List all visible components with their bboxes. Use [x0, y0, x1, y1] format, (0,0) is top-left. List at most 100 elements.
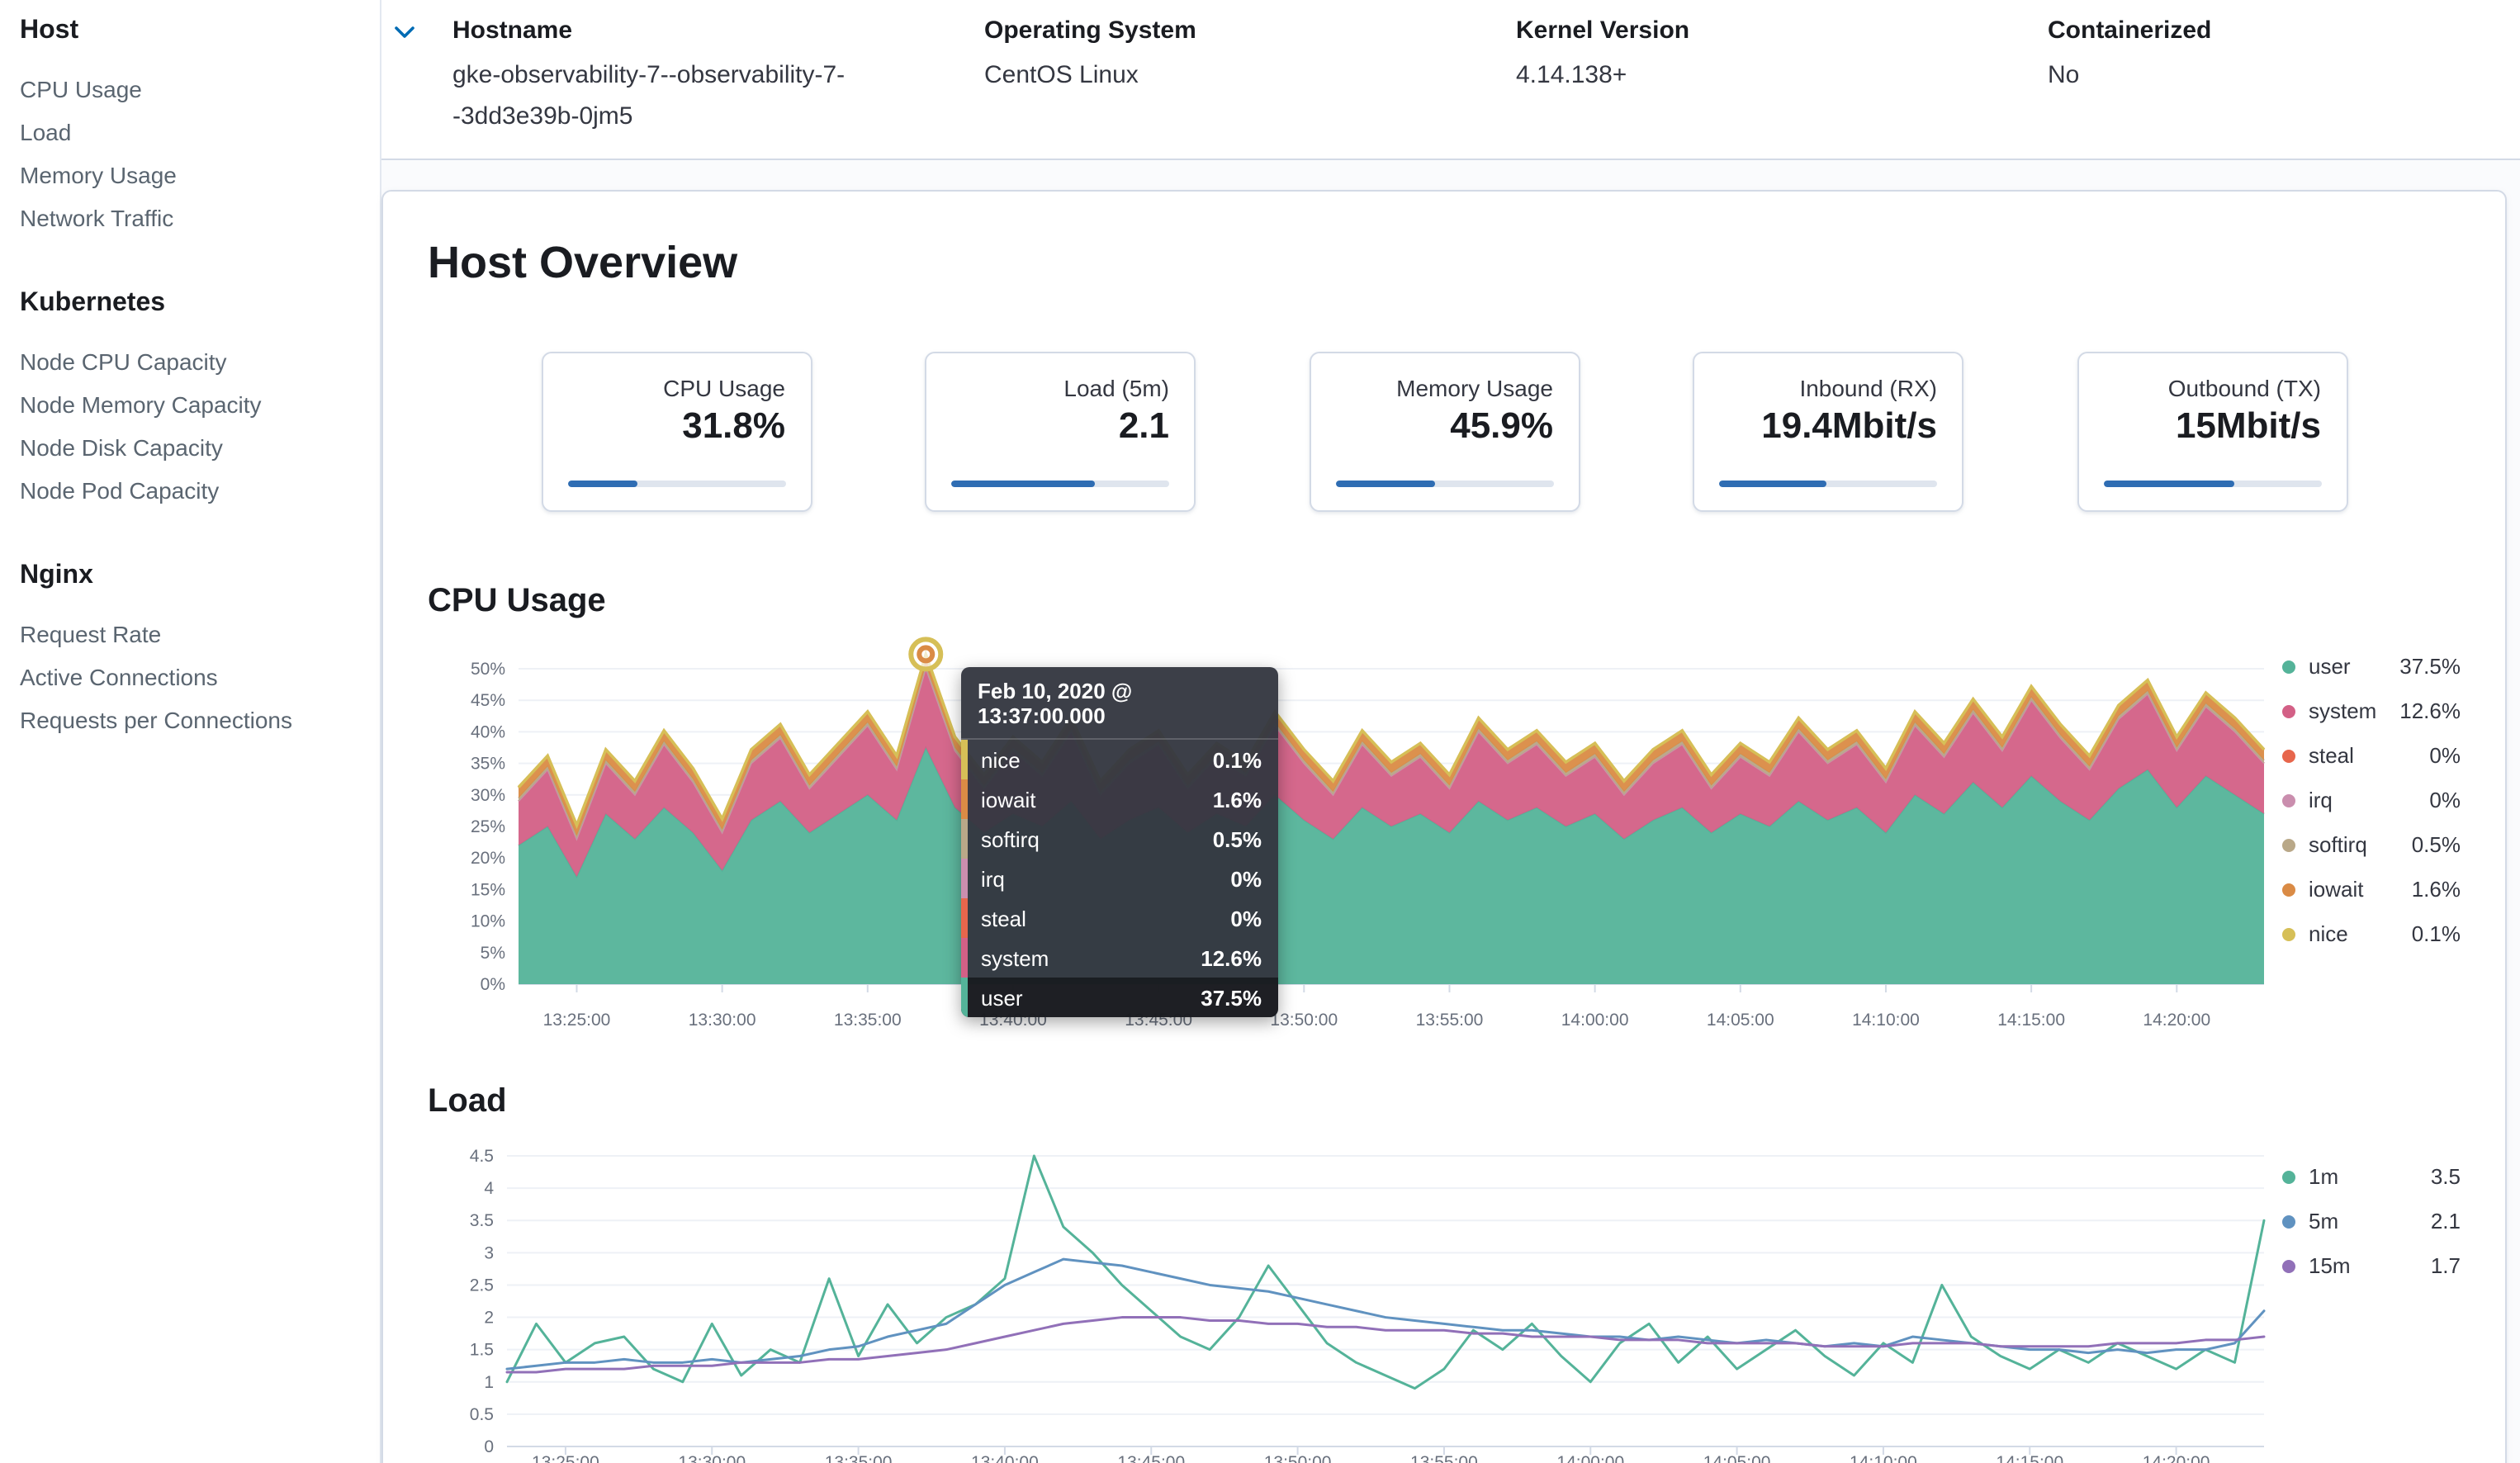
tooltip-rows: nice0.1%iowait1.6%softirq0.5%irq0%steal0…: [961, 740, 1278, 1017]
tooltip-series-name: system: [981, 945, 1049, 970]
metadata-value: 4.14.138+: [1516, 54, 1992, 96]
tooltip-series-value: 12.6%: [1201, 945, 1262, 970]
sidebar-item-active-connections[interactable]: Active Connections: [20, 656, 360, 698]
legend-name: nice: [2309, 918, 2348, 949]
tooltip-series-value: 0.5%: [1213, 826, 1262, 851]
svg-text:35%: 35%: [471, 755, 505, 774]
page-title: Host Overview: [428, 238, 737, 289]
svg-text:30%: 30%: [471, 786, 505, 805]
legend-name: user: [2309, 651, 2351, 682]
metric-card-memory-usage: Memory Usage45.9%: [1309, 352, 1580, 512]
legend-item-user[interactable]: user 37.5%: [2282, 651, 2461, 682]
metadata-value: gke-observability-7--observability-7--3d…: [452, 54, 928, 137]
legend-value: 0.1%: [2399, 918, 2461, 949]
legend-item-1m[interactable]: 1m3.5: [2282, 1161, 2461, 1192]
svg-text:0: 0: [484, 1437, 494, 1456]
svg-text:13:45:00: 13:45:00: [1117, 1453, 1185, 1463]
svg-text:14:15:00: 14:15:00: [1997, 1011, 2065, 1030]
cpu-usage-chart[interactable]: 0%5%10%15%20%25%30%35%40%45%50%13:25:001…: [428, 641, 2461, 1050]
tooltip-series-value: 0.1%: [1213, 747, 1262, 772]
legend-item-5m[interactable]: 5m2.1: [2282, 1205, 2461, 1237]
metric-card-inbound-rx: Inbound (RX)19.4Mbit/s: [1693, 352, 1963, 512]
svg-text:13:35:00: 13:35:00: [825, 1453, 893, 1463]
metadata-field-hostname: Hostname gke-observability-7--observabili…: [452, 13, 984, 137]
chart-tooltip: Feb 10, 2020 @ 13:37:00.000 nice0.1%iowa…: [961, 667, 1278, 1017]
metadata-label: Containerized: [2048, 13, 2520, 50]
svg-text:45%: 45%: [471, 691, 505, 710]
sidebar-item-requests-per-connections[interactable]: Requests per Connections: [20, 698, 360, 741]
legend-value: 0%: [2416, 784, 2461, 816]
load-plot[interactable]: 00.511.522.533.544.513:25:0013:30:0013:3…: [428, 1138, 2310, 1463]
svg-text:14:20:00: 14:20:00: [2143, 1011, 2210, 1030]
legend-value: 0%: [2416, 740, 2461, 771]
svg-text:14:20:00: 14:20:00: [2143, 1453, 2210, 1463]
sidebar-item-node-memory-capacity[interactable]: Node Memory Capacity: [20, 383, 360, 426]
legend-item-steal[interactable]: steal0%: [2282, 740, 2461, 771]
svg-text:13:50:00: 13:50:00: [1270, 1011, 1338, 1030]
svg-text:13:55:00: 13:55:00: [1410, 1453, 1478, 1463]
tooltip-series-value: 1.6%: [1213, 787, 1262, 812]
hover-marker-outer-ring: [911, 639, 940, 669]
legend-value: 12.6%: [2386, 695, 2461, 727]
legend-dot-icon: [2282, 883, 2295, 896]
sidebar-item-network-traffic[interactable]: Network Traffic: [20, 196, 360, 239]
svg-text:14:10:00: 14:10:00: [1852, 1011, 1920, 1030]
svg-text:5%: 5%: [481, 944, 505, 963]
metric-label: CPU Usage: [567, 375, 785, 401]
kibana-metrics-app: HostCPU UsageLoadMemory UsageNetwork Tra…: [0, 0, 2520, 1463]
metric-progress-track: [951, 481, 1169, 487]
metric-card-outbound-tx: Outbound (TX) 15Mbit/s: [2077, 352, 2347, 512]
metadata-value: No: [2048, 54, 2520, 96]
svg-text:13:35:00: 13:35:00: [834, 1011, 902, 1030]
legend-item-system[interactable]: system12.6%: [2282, 695, 2461, 727]
sidebar-section-host: HostCPU UsageLoadMemory UsageNetwork Tra…: [20, 17, 360, 239]
legend-item-15m[interactable]: 15m1.7: [2282, 1250, 2461, 1281]
svg-text:15%: 15%: [471, 880, 505, 899]
legend-name: 5m: [2309, 1205, 2338, 1237]
svg-text:3: 3: [484, 1243, 494, 1262]
legend-item-softirq[interactable]: softirq0.5%: [2282, 829, 2461, 860]
cpu-usage-plot[interactable]: 0%5%10%15%20%25%30%35%40%45%50%13:25:001…: [428, 641, 2310, 1045]
tooltip-series-value: 0%: [1230, 906, 1262, 930]
sidebar-item-request-rate[interactable]: Request Rate: [20, 613, 360, 656]
svg-text:4: 4: [484, 1179, 494, 1198]
sidebar: HostCPU UsageLoadMemory UsageNetwork Tra…: [0, 0, 381, 1463]
legend-dot-icon: [2282, 793, 2295, 807]
metric-progress-fill: [567, 481, 637, 487]
sidebar-item-load[interactable]: Load: [20, 111, 360, 154]
load-chart[interactable]: 00.511.522.533.544.513:25:0013:30:0013:3…: [428, 1138, 2461, 1463]
svg-text:13:30:00: 13:30:00: [678, 1453, 746, 1463]
host-overview-panel: Host Overview CPU Usage31.8%Load (5m)2.1…: [381, 190, 2507, 1463]
metric-value: 15Mbit/s: [2103, 405, 2321, 447]
legend-dot-icon: [2282, 1214, 2295, 1228]
svg-text:14:00:00: 14:00:00: [1556, 1453, 1624, 1463]
sidebar-item-memory-usage[interactable]: Memory Usage: [20, 154, 360, 196]
cpu-chart-legend: user 37.5% system12.6% steal0% irq0% softirq0…: [2282, 651, 2461, 949]
legend-item-iowait[interactable]: iowait1.6%: [2282, 874, 2461, 905]
metric-cards-row: CPU Usage31.8%Load (5m)2.1Memory Usage45…: [428, 352, 2461, 512]
sidebar-item-node-pod-capacity[interactable]: Node Pod Capacity: [20, 469, 360, 512]
sidebar-heading-nginx: Nginx: [20, 561, 360, 591]
metric-value: 2.1: [951, 405, 1169, 447]
tooltip-series-name: nice: [981, 747, 1021, 772]
svg-text:0%: 0%: [481, 975, 505, 994]
legend-value: 1.6%: [2399, 874, 2461, 905]
tooltip-series-name: iowait: [981, 787, 1036, 812]
series-color-stripe: [961, 779, 968, 819]
svg-text:1.5: 1.5: [470, 1341, 494, 1360]
legend-item-irq[interactable]: irq0%: [2282, 784, 2461, 816]
legend-value: 37.5%: [2386, 651, 2461, 682]
svg-text:2: 2: [484, 1309, 494, 1328]
collapse-metadata-chevron-down-icon[interactable]: [391, 18, 418, 45]
sidebar-item-cpu-usage[interactable]: CPU Usage: [20, 68, 360, 111]
sidebar-section-kubernetes: KubernetesNode CPU CapacityNode Memory C…: [20, 289, 360, 512]
host-metadata-header: Hostname gke-observability-7--observabili…: [381, 0, 2520, 160]
sidebar-item-node-disk-capacity[interactable]: Node Disk Capacity: [20, 426, 360, 469]
legend-item-nice[interactable]: nice 0.1%: [2282, 918, 2461, 949]
svg-text:50%: 50%: [471, 660, 505, 679]
sidebar-item-node-cpu-capacity[interactable]: Node CPU Capacity: [20, 340, 360, 383]
metric-label: Outbound (TX): [2103, 375, 2321, 401]
metric-label: Memory Usage: [1335, 375, 1553, 401]
content-area: Host Overview CPU Usage31.8%Load (5m)2.1…: [381, 160, 2520, 1463]
metadata-label: Hostname: [452, 13, 945, 50]
